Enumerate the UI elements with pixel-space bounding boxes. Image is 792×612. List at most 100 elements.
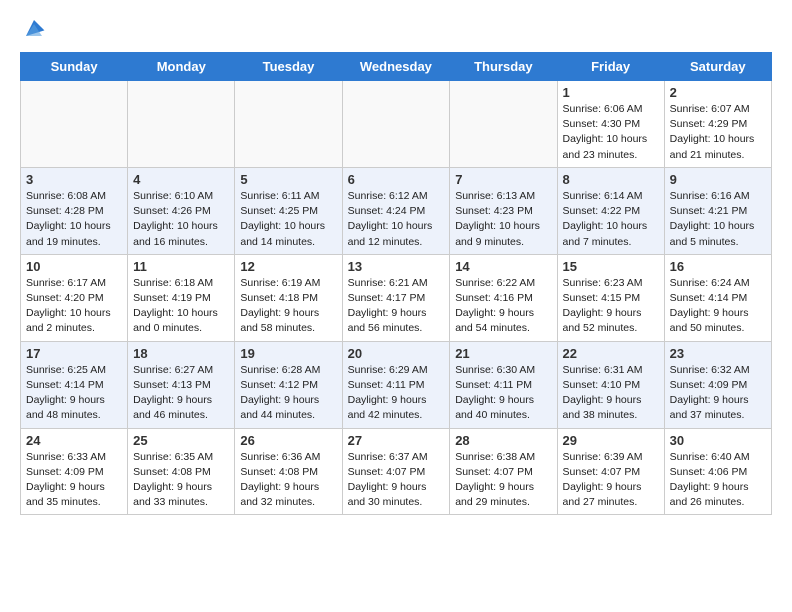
calendar-cell: [21, 81, 128, 168]
day-number: 13: [348, 259, 445, 274]
calendar-cell: 2Sunrise: 6:07 AM Sunset: 4:29 PM Daylig…: [664, 81, 771, 168]
day-info: Sunrise: 6:40 AM Sunset: 4:06 PM Dayligh…: [670, 450, 766, 511]
day-info: Sunrise: 6:14 AM Sunset: 4:22 PM Dayligh…: [563, 189, 659, 250]
day-number: 25: [133, 433, 229, 448]
calendar-header-row: Sunday Monday Tuesday Wednesday Thursday…: [21, 53, 772, 81]
calendar-cell: 29 Sunrise: 6:39 AM Sunset: 4:07 PM Dayli…: [557, 428, 664, 515]
calendar-cell: 19 Sunrise: 6:28 AM Sunset: 4:12 PM Dayli…: [235, 341, 342, 428]
day-info: Sunrise: 6:27 AM Sunset: 4:13 PM Dayligh…: [133, 363, 229, 424]
col-sunday: Sunday: [21, 53, 128, 81]
col-monday: Monday: [128, 53, 235, 81]
logo: [20, 16, 46, 40]
calendar-week-row: 3 Sunrise: 6:08 AM Sunset: 4:28 PM Daylig…: [21, 167, 772, 254]
calendar-week-row: 24 Sunrise: 6:33 AM Sunset: 4:09 PM Dayli…: [21, 428, 772, 515]
day-info: Sunrise: 6:39 AM Sunset: 4:07 PM Dayligh…: [563, 450, 659, 511]
day-info: Sunrise: 6:19 AM Sunset: 4:18 PM Dayligh…: [240, 276, 336, 337]
calendar-cell: [235, 81, 342, 168]
day-info: Sunrise: 6:31 AM Sunset: 4:10 PM Dayligh…: [563, 363, 659, 424]
day-info: Sunrise: 6:29 AM Sunset: 4:11 PM Dayligh…: [348, 363, 445, 424]
calendar-cell: 24 Sunrise: 6:33 AM Sunset: 4:09 PM Dayli…: [21, 428, 128, 515]
calendar-cell: 3 Sunrise: 6:08 AM Sunset: 4:28 PM Daylig…: [21, 167, 128, 254]
calendar-cell: 16Sunrise: 6:24 AM Sunset: 4:14 PM Dayli…: [664, 254, 771, 341]
day-info: Sunrise: 6:16 AM Sunset: 4:21 PM Dayligh…: [670, 189, 766, 250]
calendar-week-row: 17Sunrise: 6:25 AM Sunset: 4:14 PM Dayli…: [21, 341, 772, 428]
calendar-cell: 4 Sunrise: 6:10 AM Sunset: 4:26 PM Daylig…: [128, 167, 235, 254]
day-number: 22: [563, 346, 659, 361]
day-info: Sunrise: 6:21 AM Sunset: 4:17 PM Dayligh…: [348, 276, 445, 337]
day-number: 17: [26, 346, 122, 361]
day-info: Sunrise: 6:22 AM Sunset: 4:16 PM Dayligh…: [455, 276, 551, 337]
day-info: Sunrise: 6:38 AM Sunset: 4:07 PM Dayligh…: [455, 450, 551, 511]
day-number: 5: [240, 172, 336, 187]
calendar-week-row: 1 Sunrise: 6:06 AM Sunset: 4:30 PM Daylig…: [21, 81, 772, 168]
day-number: 9: [670, 172, 766, 187]
day-info: Sunrise: 6:28 AM Sunset: 4:12 PM Dayligh…: [240, 363, 336, 424]
day-info: Sunrise: 6:33 AM Sunset: 4:09 PM Dayligh…: [26, 450, 122, 511]
col-saturday: Saturday: [664, 53, 771, 81]
calendar-table: Sunday Monday Tuesday Wednesday Thursday…: [20, 52, 772, 515]
day-number: 2: [670, 85, 766, 100]
calendar-cell: 23 Sunrise: 6:32 AM Sunset: 4:09 PM Dayli…: [664, 341, 771, 428]
col-wednesday: Wednesday: [342, 53, 450, 81]
day-number: 29: [563, 433, 659, 448]
calendar-cell: [342, 81, 450, 168]
day-number: 27: [348, 433, 445, 448]
day-number: 10: [26, 259, 122, 274]
calendar-cell: 11Sunrise: 6:18 AM Sunset: 4:19 PM Dayli…: [128, 254, 235, 341]
day-number: 30: [670, 433, 766, 448]
calendar-cell: [128, 81, 235, 168]
calendar-cell: 12 Sunrise: 6:19 AM Sunset: 4:18 PM Dayli…: [235, 254, 342, 341]
day-number: 12: [240, 259, 336, 274]
day-info: Sunrise: 6:08 AM Sunset: 4:28 PM Dayligh…: [26, 189, 122, 250]
calendar-cell: 27 Sunrise: 6:37 AM Sunset: 4:07 PM Dayli…: [342, 428, 450, 515]
day-info: Sunrise: 6:37 AM Sunset: 4:07 PM Dayligh…: [348, 450, 445, 511]
calendar-cell: 17Sunrise: 6:25 AM Sunset: 4:14 PM Dayli…: [21, 341, 128, 428]
day-info: Sunrise: 6:12 AM Sunset: 4:24 PM Dayligh…: [348, 189, 445, 250]
day-info: Sunrise: 6:36 AM Sunset: 4:08 PM Dayligh…: [240, 450, 336, 511]
calendar-cell: 15 Sunrise: 6:23 AM Sunset: 4:15 PM Dayli…: [557, 254, 664, 341]
calendar-cell: 1 Sunrise: 6:06 AM Sunset: 4:30 PM Daylig…: [557, 81, 664, 168]
day-info: Sunrise: 6:11 AM Sunset: 4:25 PM Dayligh…: [240, 189, 336, 250]
day-number: 3: [26, 172, 122, 187]
day-number: 1: [563, 85, 659, 100]
day-info: Sunrise: 6:23 AM Sunset: 4:15 PM Dayligh…: [563, 276, 659, 337]
calendar-week-row: 10 Sunrise: 6:17 AM Sunset: 4:20 PM Dayli…: [21, 254, 772, 341]
calendar-cell: 22 Sunrise: 6:31 AM Sunset: 4:10 PM Dayli…: [557, 341, 664, 428]
calendar-cell: 5 Sunrise: 6:11 AM Sunset: 4:25 PM Daylig…: [235, 167, 342, 254]
day-number: 18: [133, 346, 229, 361]
page-container: Sunday Monday Tuesday Wednesday Thursday…: [0, 0, 792, 531]
day-number: 8: [563, 172, 659, 187]
day-number: 19: [240, 346, 336, 361]
calendar-cell: 8 Sunrise: 6:14 AM Sunset: 4:22 PM Daylig…: [557, 167, 664, 254]
day-info: Sunrise: 6:06 AM Sunset: 4:30 PM Dayligh…: [563, 102, 659, 163]
day-info: Sunrise: 6:17 AM Sunset: 4:20 PM Dayligh…: [26, 276, 122, 337]
col-tuesday: Tuesday: [235, 53, 342, 81]
calendar-cell: 20 Sunrise: 6:29 AM Sunset: 4:11 PM Dayli…: [342, 341, 450, 428]
day-number: 7: [455, 172, 551, 187]
day-info: Sunrise: 6:10 AM Sunset: 4:26 PM Dayligh…: [133, 189, 229, 250]
day-info: Sunrise: 6:32 AM Sunset: 4:09 PM Dayligh…: [670, 363, 766, 424]
calendar-cell: 14 Sunrise: 6:22 AM Sunset: 4:16 PM Dayli…: [450, 254, 557, 341]
day-number: 23: [670, 346, 766, 361]
day-number: 24: [26, 433, 122, 448]
day-number: 21: [455, 346, 551, 361]
day-info: Sunrise: 6:30 AM Sunset: 4:11 PM Dayligh…: [455, 363, 551, 424]
calendar-cell: 13 Sunrise: 6:21 AM Sunset: 4:17 PM Dayli…: [342, 254, 450, 341]
day-info: Sunrise: 6:13 AM Sunset: 4:23 PM Dayligh…: [455, 189, 551, 250]
calendar-cell: 10 Sunrise: 6:17 AM Sunset: 4:20 PM Dayli…: [21, 254, 128, 341]
calendar-cell: 9 Sunrise: 6:16 AM Sunset: 4:21 PM Daylig…: [664, 167, 771, 254]
day-info: Sunrise: 6:18 AM Sunset: 4:19 PM Dayligh…: [133, 276, 229, 337]
day-number: 14: [455, 259, 551, 274]
day-number: 15: [563, 259, 659, 274]
day-info: Sunrise: 6:35 AM Sunset: 4:08 PM Dayligh…: [133, 450, 229, 511]
calendar-cell: 25 Sunrise: 6:35 AM Sunset: 4:08 PM Dayli…: [128, 428, 235, 515]
col-thursday: Thursday: [450, 53, 557, 81]
calendar-cell: 28Sunrise: 6:38 AM Sunset: 4:07 PM Dayli…: [450, 428, 557, 515]
day-number: 20: [348, 346, 445, 361]
calendar-cell: 26 Sunrise: 6:36 AM Sunset: 4:08 PM Dayli…: [235, 428, 342, 515]
header: [20, 16, 772, 40]
day-number: 4: [133, 172, 229, 187]
day-number: 26: [240, 433, 336, 448]
calendar-cell: 18 Sunrise: 6:27 AM Sunset: 4:13 PM Dayli…: [128, 341, 235, 428]
day-info: Sunrise: 6:24 AM Sunset: 4:14 PM Dayligh…: [670, 276, 766, 337]
